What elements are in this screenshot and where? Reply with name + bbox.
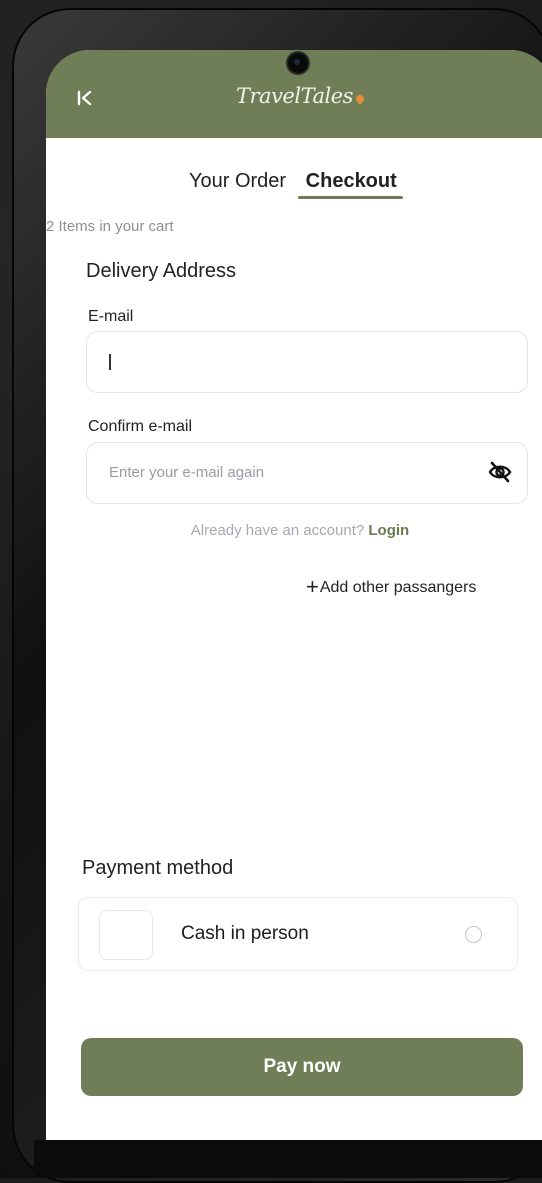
app-logo: TravelTales — [236, 84, 366, 108]
tab-checkout[interactable]: Checkout — [297, 170, 403, 199]
payment-option-label: Cash in person — [181, 923, 309, 944]
tab-checkout-label: Checkout — [305, 170, 397, 192]
email-label: E-mail — [88, 308, 134, 325]
pay-now-button[interactable]: Pay now — [81, 1038, 523, 1096]
tab-bar: Your Order Checkout — [189, 170, 403, 199]
text-cursor — [109, 354, 111, 370]
app-header: TravelTales — [46, 50, 542, 138]
phone-frame: TravelTales Your Order Checkout 2 Items … — [12, 8, 542, 1183]
account-prompt-line: Already have an account? Login — [46, 522, 542, 539]
add-passengers-label: Add other passangers — [319, 579, 477, 596]
confirm-email-field[interactable]: Enter your e-mail again — [86, 442, 528, 504]
add-passengers-button[interactable]: +Add other passangers — [306, 574, 476, 600]
back-button[interactable] — [76, 86, 94, 114]
login-link[interactable]: Login — [368, 522, 409, 539]
email-field[interactable] — [86, 331, 528, 393]
front-camera — [288, 53, 308, 73]
screen: TravelTales Your Order Checkout 2 Items … — [46, 50, 542, 1156]
payment-option-thumbnail — [99, 910, 153, 960]
delivery-address-title: Delivery Address — [86, 260, 237, 282]
confirm-email-placeholder: Enter your e-mail again — [109, 464, 265, 481]
plus-icon: + — [306, 574, 319, 599]
payment-option-radio[interactable] — [465, 926, 482, 943]
payment-method-title: Payment method — [82, 857, 234, 879]
logo-text: TravelTales — [236, 84, 353, 108]
tab-your-order[interactable]: Your Order — [189, 170, 286, 193]
chevron-back-double-icon — [77, 90, 92, 106]
confirm-email-label: Confirm e-mail — [88, 418, 193, 435]
payment-option-cash[interactable]: Cash in person — [78, 897, 518, 971]
location-pin-icon — [354, 93, 366, 105]
active-tab-indicator — [297, 196, 403, 199]
account-prompt-text: Already have an account? — [190, 522, 365, 539]
cart-item-count: 2 Items in your cart — [46, 218, 174, 235]
eye-slash-icon[interactable] — [487, 459, 513, 485]
phone-bottom-bezel — [34, 1140, 542, 1178]
